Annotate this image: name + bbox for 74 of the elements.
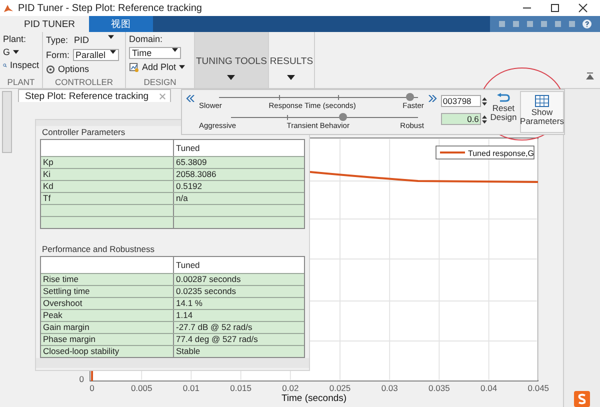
- options-button[interactable]: Options: [58, 64, 90, 74]
- reset-design-button[interactable]: Reset Design: [488, 90, 518, 123]
- section-label: PLANT: [6, 77, 36, 87]
- caret-icon: [287, 75, 296, 80]
- table-cell-text: 0.00287 seconds: [175, 274, 242, 285]
- collapse-left-icon[interactable]: [186, 95, 195, 102]
- undo-icon: [496, 93, 510, 103]
- tuning-tools-button[interactable]: TUNING TOOLS: [195, 32, 269, 88]
- caret-icon: [172, 48, 178, 52]
- spinner-arrows-icon[interactable]: [482, 96, 487, 106]
- slider-thumb[interactable]: [339, 113, 348, 121]
- x-tick-label: 0.01: [182, 383, 200, 393]
- table-header: Tuned: [175, 142, 201, 155]
- ribbon-tab[interactable]: 视图: [89, 16, 154, 32]
- domain-label: Domain:: [129, 34, 164, 44]
- caret-icon: [179, 65, 186, 69]
- x-tick-label: 0.045: [528, 383, 550, 393]
- x-tick-label: 0.04: [480, 383, 498, 393]
- table-cell-text: 14.1 %: [175, 298, 204, 309]
- window-title: PID Tuner - Step Plot: Reference tracking: [18, 2, 202, 14]
- ribbon-tab[interactable]: PID TUNER: [0, 16, 90, 32]
- gear-icon: [46, 64, 55, 74]
- document-tab[interactable]: Step Plot: Reference tracking: [18, 89, 171, 102]
- expand-right-icon[interactable]: [428, 95, 437, 102]
- x-tick-label: 0: [90, 383, 94, 393]
- maximize-icon[interactable]: [550, 3, 560, 13]
- type-label: Type:: [46, 35, 68, 45]
- table-header: Tuned: [175, 259, 201, 272]
- table-cell-text: 0.0235 seconds: [175, 286, 238, 297]
- help-icon[interactable]: [582, 19, 592, 29]
- table-cell-text: 65.3809: [175, 157, 208, 168]
- results-button[interactable]: RESULTS: [268, 32, 316, 88]
- collapse-icon[interactable]: [586, 72, 594, 80]
- plant-dropdown[interactable]: G: [3, 47, 39, 57]
- section-label: CONTROLLER: [54, 77, 114, 87]
- add-plot-button[interactable]: Add Plot: [142, 62, 186, 72]
- table-icon: [535, 95, 549, 107]
- y-tick-label: 0: [79, 374, 84, 384]
- table-cell-text: 77.4 deg @ 527 rad/s: [175, 334, 259, 345]
- table-cell-text: -27.7 dB @ 52 rad/s: [175, 322, 254, 333]
- caret-icon: [13, 50, 20, 54]
- x-tick-label: 0.005: [130, 383, 152, 393]
- app-logo-icon: [3, 2, 14, 14]
- section-label: DESIGN: [142, 77, 178, 87]
- plot-legend: Tuned response,G: [436, 146, 534, 160]
- table-cell-text: 0.5192: [175, 181, 203, 192]
- caret-icon: [227, 75, 236, 80]
- x-tick-label: 0.03: [381, 383, 398, 393]
- x-axis-label: Time (seconds): [281, 393, 347, 404]
- table-cell: Closed-loop stability: [41, 346, 174, 357]
- plant-label: Plant:: [3, 34, 28, 44]
- table-title: Performance and Robustness: [41, 243, 156, 256]
- domain-dropdown[interactable]: Time: [129, 47, 181, 59]
- x-tick-label: 0.015: [230, 383, 252, 393]
- caret-icon: [110, 50, 116, 54]
- slider-thumb[interactable]: [406, 93, 414, 101]
- input-method-icon: [574, 391, 590, 407]
- caret-icon: [108, 35, 114, 39]
- search-icon: [3, 60, 7, 70]
- table-cell-text: n/a: [175, 193, 189, 204]
- table-cell-text: 2058.3086: [175, 169, 218, 180]
- table-cell-text: 1.14: [175, 310, 194, 321]
- x-tick-label: 0.025: [329, 383, 351, 393]
- x-tick-label: 0.02: [282, 383, 299, 393]
- type-dropdown[interactable]: PID: [71, 34, 118, 46]
- table-cell-text: Stable: [175, 346, 202, 357]
- form-dropdown[interactable]: Parallel: [72, 49, 118, 61]
- chart-plus-icon: [129, 62, 139, 72]
- close-icon[interactable]: [578, 3, 588, 13]
- spinner-arrows-icon[interactable]: [482, 114, 487, 124]
- form-label: Form:: [46, 50, 70, 60]
- x-tick-label: 0.035: [428, 383, 450, 393]
- show-parameters-button[interactable]: Show Parameters: [520, 91, 564, 133]
- inspect-button[interactable]: Inspect: [10, 60, 39, 70]
